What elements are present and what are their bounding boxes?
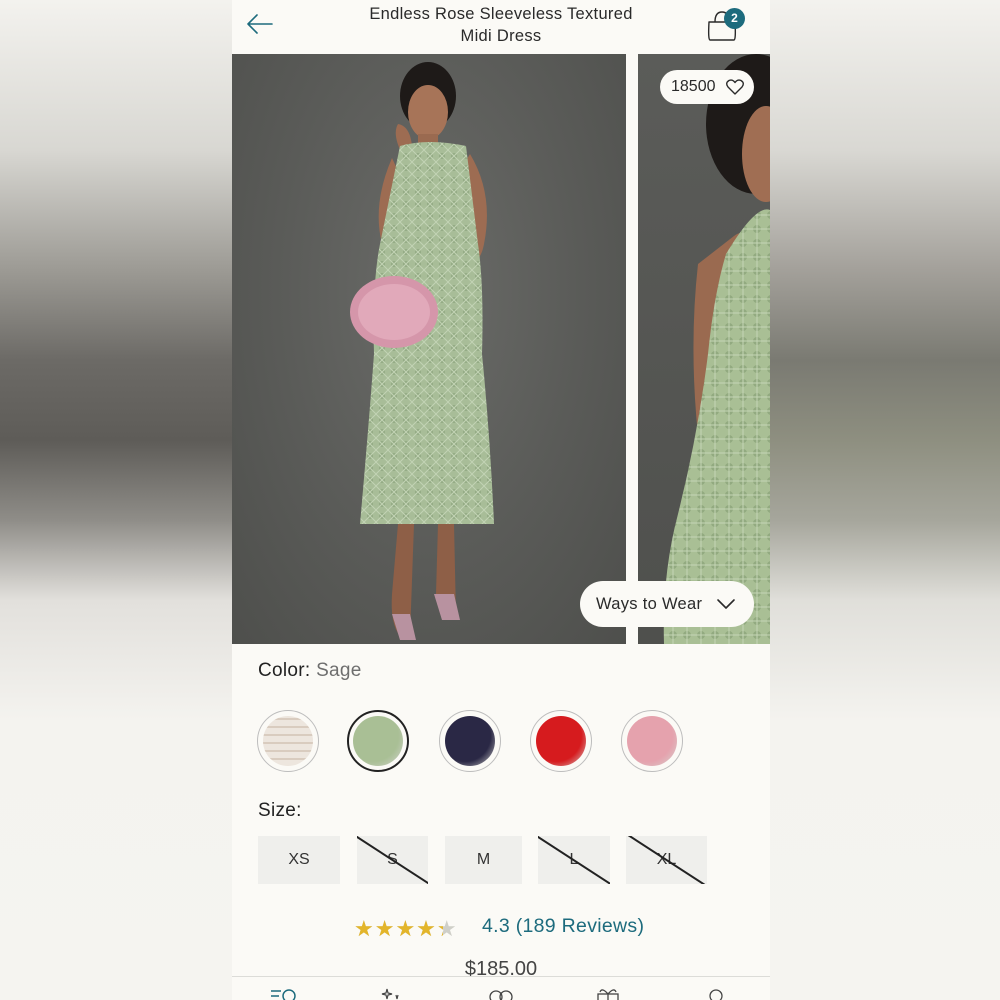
- title-line-1: Endless Rose Sleeveless Textured: [369, 5, 633, 23]
- model-figure-illustration: [350, 62, 494, 640]
- product-photo-secondary[interactable]: [638, 54, 770, 644]
- swatch-fill: [445, 716, 495, 766]
- hearts-icon: [489, 990, 513, 1000]
- bag-count-badge: 2: [724, 8, 745, 29]
- product-image-gallery[interactable]: 18500 Ways to Wear: [232, 54, 770, 644]
- color-swatch-pink[interactable]: [621, 710, 683, 772]
- favorite-count: 18500: [671, 78, 716, 95]
- favorite-count-button[interactable]: 18500: [660, 70, 754, 104]
- blurred-background-right: [770, 0, 1000, 1000]
- size-option-l[interactable]: L: [538, 836, 610, 884]
- title-line-2: Midi Dress: [460, 27, 542, 45]
- blurred-background-left: [0, 0, 232, 1000]
- shop-search-icon: [271, 989, 296, 1000]
- reviews-link[interactable]: 4.3 (189 Reviews): [482, 915, 644, 938]
- stars-fill: ★★★★★: [354, 916, 443, 941]
- color-selection-label: Color: Sage: [258, 660, 362, 682]
- top-bar: Endless Rose Sleeveless Textured Midi Dr…: [232, 0, 770, 54]
- unavailable-strike: [627, 836, 706, 884]
- ways-to-wear-label: Ways to Wear: [596, 595, 703, 613]
- tab-gifts[interactable]: [594, 987, 624, 1000]
- size-label: Size:: [258, 800, 302, 821]
- color-swatch-sage[interactable]: [347, 710, 409, 772]
- sparkle-icon: [381, 988, 399, 1000]
- chevron-down-icon: [717, 599, 735, 609]
- size-option-xs[interactable]: XS: [258, 836, 340, 884]
- account-icon: [709, 989, 723, 1000]
- ways-to-wear-button[interactable]: Ways to Wear: [580, 581, 754, 627]
- swatch-fill: [353, 716, 403, 766]
- product-photo-main[interactable]: [232, 54, 626, 644]
- tab-account[interactable]: [702, 987, 732, 1000]
- page-title: Endless Rose Sleeveless Textured Midi Dr…: [342, 3, 660, 47]
- swatch-fill: [263, 716, 313, 766]
- size-option-label: XS: [288, 851, 310, 868]
- arrow-left-icon: [247, 14, 273, 34]
- size-option-m[interactable]: M: [445, 836, 522, 884]
- color-swatch-navy[interactable]: [439, 710, 501, 772]
- bottom-tab-bar: [232, 976, 770, 1000]
- tab-shop[interactable]: [269, 987, 299, 1000]
- color-label: Color:: [258, 660, 311, 681]
- size-option-label: M: [476, 851, 491, 868]
- size-option-xl[interactable]: XL: [626, 836, 707, 884]
- rating-stars: ★★★★★ ★★★★★: [354, 916, 458, 942]
- model-closeup-illustration: [663, 54, 770, 644]
- tab-discover[interactable]: [378, 987, 408, 1000]
- unavailable-strike: [538, 836, 610, 884]
- swatch-fill: [627, 716, 677, 766]
- tab-favorites[interactable]: [486, 987, 516, 1000]
- heart-icon: [726, 79, 744, 95]
- selected-color-name: Sage: [316, 660, 362, 681]
- shopping-bag-button[interactable]: 2: [702, 6, 752, 46]
- color-swatch-ivory[interactable]: [257, 710, 319, 772]
- size-option-s[interactable]: S: [357, 836, 428, 884]
- color-swatch-red[interactable]: [530, 710, 592, 772]
- gift-icon: [597, 989, 619, 1000]
- app-screen: Endless Rose Sleeveless Textured Midi Dr…: [232, 0, 770, 1000]
- back-button[interactable]: [244, 10, 278, 40]
- unavailable-strike: [357, 836, 428, 884]
- swatch-fill: [536, 716, 586, 766]
